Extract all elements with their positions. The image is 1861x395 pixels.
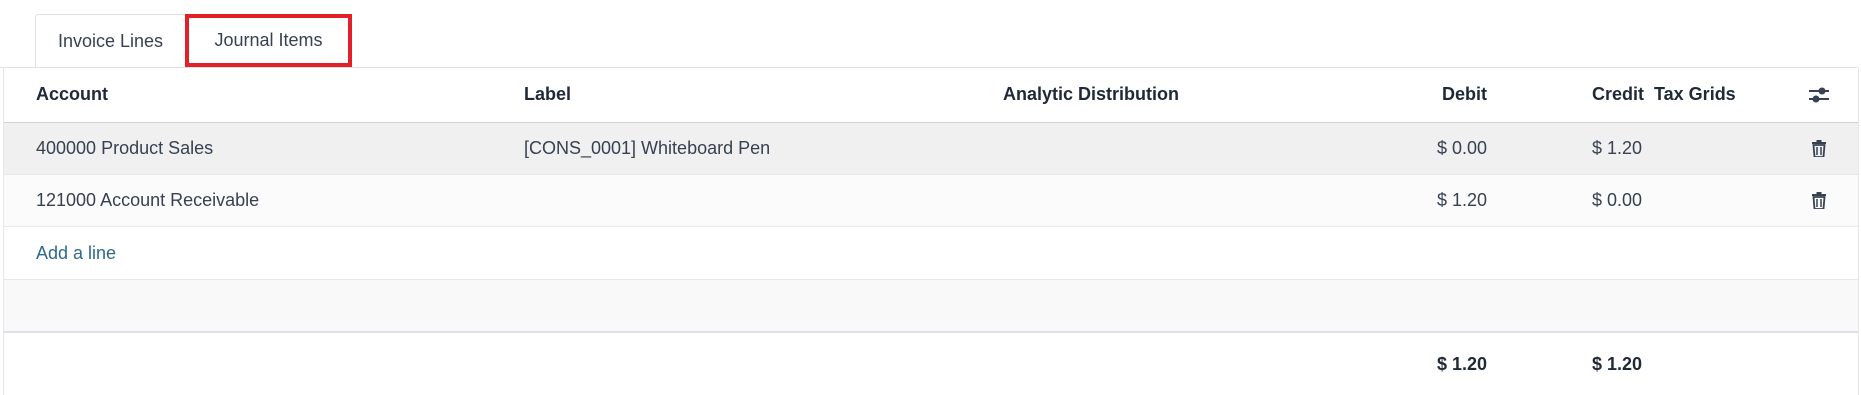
tab-journal-items-label: Journal Items (214, 30, 323, 50)
column-header-account[interactable]: Account (36, 67, 108, 122)
add-line-link[interactable]: Add a line (36, 227, 116, 279)
table-row[interactable]: 400000 Product Sales [CONS_0001] Whitebo… (4, 123, 1858, 175)
column-header-analytic-distribution[interactable]: Analytic Distribution (1003, 67, 1179, 122)
totals-row: $ 1.20 $ 1.20 (4, 333, 1858, 395)
journal-items-panel: Invoice Lines Journal Items Account Labe… (0, 0, 1861, 395)
table-row[interactable]: 121000 Account Receivable $ 1.20 $ 0.00 (4, 175, 1858, 227)
empty-row (4, 280, 1858, 333)
column-header-label[interactable]: Label (524, 67, 571, 122)
cell-label[interactable]: [CONS_0001] Whiteboard Pen (524, 123, 770, 174)
trash-icon[interactable] (1812, 140, 1826, 157)
journal-items-table: Account Label Analytic Distribution Debi… (3, 67, 1859, 395)
delete-row-button[interactable] (1804, 123, 1834, 174)
cell-account[interactable]: 400000 Product Sales (36, 123, 213, 174)
cell-credit[interactable]: $ 0.00 (1592, 175, 1642, 226)
trash-icon[interactable] (1812, 192, 1826, 209)
optional-columns-toggle[interactable] (1804, 67, 1834, 122)
add-line-row: Add a line (4, 227, 1858, 280)
tab-bar: Invoice Lines Journal Items (0, 0, 1857, 68)
delete-row-button[interactable] (1804, 175, 1834, 226)
table-header-row: Account Label Analytic Distribution Debi… (4, 67, 1858, 123)
column-header-credit[interactable]: Credit (1524, 67, 1644, 122)
tab-invoice-lines-label: Invoice Lines (57, 30, 164, 51)
cell-credit[interactable]: $ 1.20 (1592, 123, 1642, 174)
tab-journal-items[interactable]: Journal Items (185, 14, 352, 67)
total-credit: $ 1.20 (1592, 353, 1643, 374)
column-header-debit[interactable]: Debit (1304, 67, 1487, 122)
total-debit: $ 1.20 (1436, 353, 1487, 374)
tab-invoice-lines[interactable]: Invoice Lines (35, 14, 186, 67)
cell-account[interactable]: 121000 Account Receivable (36, 175, 259, 226)
cell-debit[interactable]: $ 0.00 (1304, 123, 1487, 174)
cell-debit[interactable]: $ 1.20 (1304, 175, 1487, 226)
column-header-tax-grids[interactable]: Tax Grids (1654, 67, 1736, 122)
sliders-icon[interactable] (1808, 85, 1830, 105)
